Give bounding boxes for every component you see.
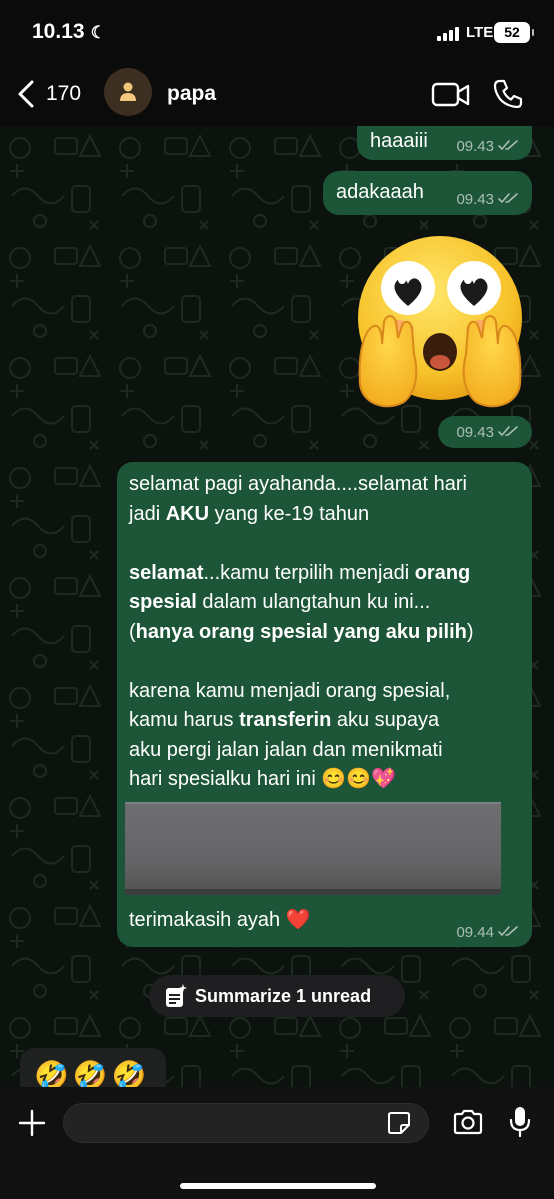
message-text: adakaaah [336, 181, 424, 203]
chat-area[interactable]: haaaiii 09.43 adakaaah 09.43 09.43 selam… [0, 126, 554, 1099]
message-line: selamat...kamu terpilih menjadi orang [129, 561, 471, 584]
face-holding-back-tears-emoji-icon[interactable] [352, 234, 528, 412]
sticker-icon [388, 1112, 410, 1134]
message-line [129, 529, 529, 559]
message-meta: 09.43 [456, 424, 519, 441]
message-text: haaaiii [370, 130, 428, 152]
network-type: LTE [466, 24, 494, 41]
message-text: selamat pagi ayahanda....selamat hari jad… [129, 470, 529, 795]
camera-icon [453, 1109, 483, 1135]
summarize-unread-button[interactable]: Summarize 1 unread [149, 975, 405, 1017]
signal-icon [437, 27, 459, 41]
summarize-label: Summarize 1 unread [195, 986, 372, 1006]
input-bar [0, 1087, 554, 1199]
message-line: jadi AKU yang ke-19 tahun [129, 502, 370, 525]
message-input[interactable] [63, 1103, 429, 1143]
message-time: 09.43 [456, 191, 494, 208]
image-attachment[interactable] [125, 802, 501, 895]
message-time: 09.43 [456, 424, 494, 441]
chat-header: 170 papa [0, 62, 554, 126]
camera-button[interactable] [452, 1109, 484, 1135]
contact-name[interactable]: papa [167, 82, 216, 106]
message-line: (hanya orang spesial yang aku pilih) [129, 620, 474, 643]
message-line: aku pergi jalan jalan dan menikmati [129, 738, 443, 761]
message-meta: 09.43 [456, 191, 519, 208]
message-meta: 09.43 [456, 138, 519, 155]
message-line: selamat pagi ayahanda....selamat hari [129, 473, 467, 495]
message-line [129, 647, 529, 677]
battery-icon: 52 [494, 22, 534, 43]
microphone-icon [509, 1107, 531, 1138]
message-closing-text: terimakasih ayah ❤️ [129, 909, 311, 931]
person-icon [120, 82, 136, 101]
sticker-timestamp[interactable]: 09.43 [438, 416, 532, 448]
avatar[interactable] [104, 68, 152, 116]
message-line: karena kamu menjadi orang spesial, [129, 679, 451, 702]
read-receipt-icon [498, 926, 518, 937]
sticker-button[interactable] [387, 1111, 411, 1135]
message-line: kamu harus transferin aku supaya [129, 709, 440, 731]
attach-button[interactable] [18, 1109, 46, 1137]
video-call-button[interactable] [431, 80, 471, 110]
outgoing-message[interactable]: haaaiii 09.43 [357, 126, 532, 160]
status-bar: 10.13 ☾ LTE 52 [0, 0, 554, 62]
home-indicator [180, 1183, 376, 1189]
message-line: hari spesialku hari ini 😊😊💖 [129, 768, 397, 790]
read-receipt-icon [498, 193, 518, 204]
message-time: 09.44 [456, 924, 494, 941]
message-meta: 09.44 [456, 924, 519, 941]
unread-chats-count[interactable]: 170 [46, 82, 81, 106]
read-receipt-icon [498, 140, 518, 151]
back-button[interactable] [14, 78, 42, 110]
status-time: 10.13 ☾ [32, 20, 106, 44]
chevron-left-icon [18, 80, 34, 108]
voice-call-button[interactable] [492, 78, 524, 110]
voice-message-button[interactable] [509, 1106, 531, 1138]
message-line: spesial dalam ulangtahun ku ini... [129, 591, 431, 613]
read-receipt-icon [498, 426, 518, 437]
outgoing-message[interactable]: selamat pagi ayahanda....selamat hari jad… [117, 462, 532, 947]
message-time: 09.43 [456, 138, 494, 155]
phone-icon [493, 79, 523, 109]
status-time-text: 10.13 [32, 20, 85, 43]
moon-icon: ☾ [90, 23, 106, 42]
sparkle-note-icon [166, 984, 187, 1007]
video-icon [431, 82, 470, 107]
plus-icon [18, 1109, 46, 1137]
outgoing-message[interactable]: adakaaah 09.43 [323, 171, 532, 215]
